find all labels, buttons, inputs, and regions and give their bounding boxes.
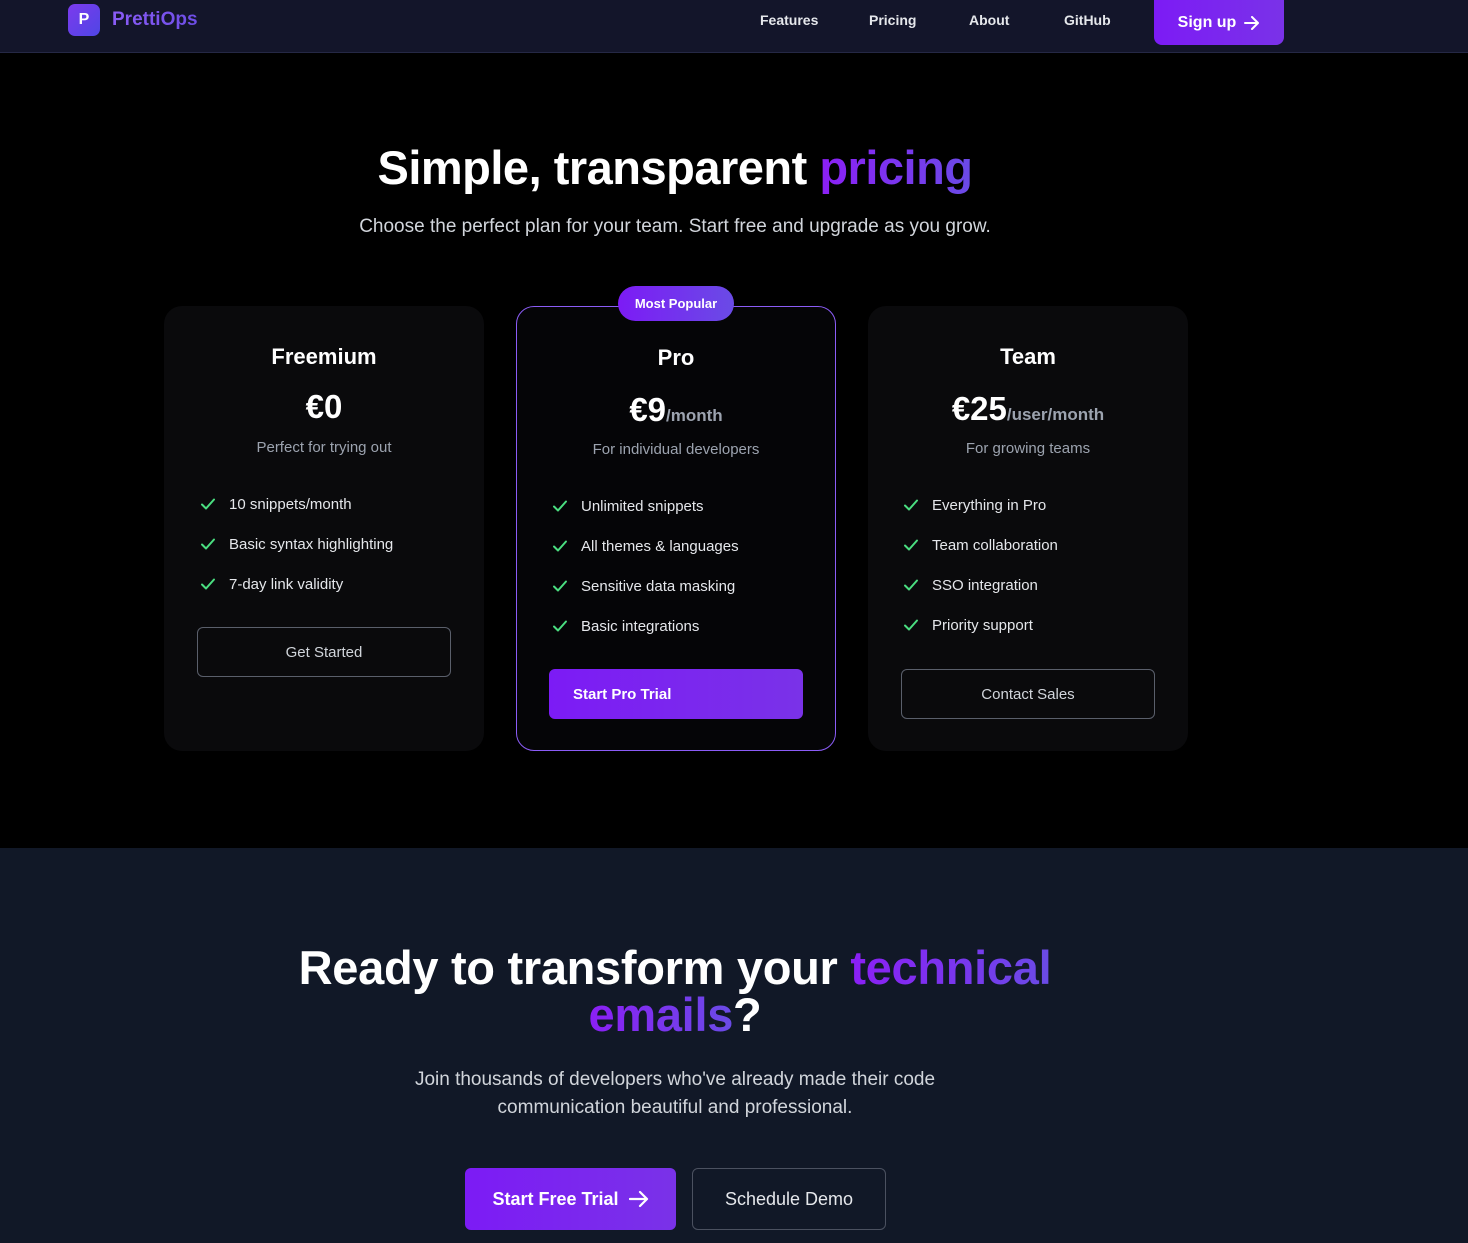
plan-price: €0 xyxy=(164,388,484,426)
nav-link-about[interactable]: About xyxy=(969,12,1009,28)
feature-item: All themes & languages xyxy=(552,526,739,566)
cta-title-plain: Ready to transform your xyxy=(298,941,851,994)
plan-description: Perfect for trying out xyxy=(256,439,392,456)
check-icon xyxy=(201,538,215,550)
signup-button[interactable]: Sign up xyxy=(1154,0,1284,45)
plan-card-team: Team €25/user/month For growing teams Ev… xyxy=(868,306,1188,751)
signup-label: Sign up xyxy=(1177,13,1237,31)
pricing-title-accent: pricing xyxy=(819,141,973,194)
start-free-trial-button[interactable]: Start Free Trial xyxy=(465,1168,676,1230)
plan-price-amount: €9 xyxy=(629,391,667,428)
plan-description: For individual developers xyxy=(592,441,760,458)
start-free-trial-label: Start Free Trial xyxy=(492,1188,619,1209)
pricing-title-plain: Simple, transparent xyxy=(377,141,820,194)
cta-subtitle: Join thousands of developers who've alre… xyxy=(414,1069,936,1118)
check-icon xyxy=(553,620,567,632)
plan-name: Pro xyxy=(657,345,695,370)
feature-label: SSO integration xyxy=(932,576,1038,594)
plan-feature-list: Unlimited snippets All themes & language… xyxy=(552,486,739,646)
top-navbar: P PrettiOps Features Pricing About GitHu… xyxy=(0,0,1468,53)
plan-name: Team xyxy=(1000,344,1056,369)
pricing-title: Simple, transparent pricing xyxy=(0,140,1350,195)
check-icon xyxy=(553,500,567,512)
nav-link-features[interactable]: Features xyxy=(760,12,818,28)
feature-label: Everything in Pro xyxy=(932,496,1047,514)
plan-price-amount: €25 xyxy=(951,390,1007,427)
feature-item: Unlimited snippets xyxy=(552,486,739,526)
plan-card-pro: Pro €9/month For individual developers U… xyxy=(516,306,836,751)
feature-item: 10 snippets/month xyxy=(200,484,393,524)
feature-label: Basic syntax highlighting xyxy=(229,535,394,553)
arrow-right-icon xyxy=(628,1190,649,1208)
check-icon xyxy=(904,499,918,511)
nav-link-pricing[interactable]: Pricing xyxy=(869,12,916,28)
plan-price-period: /user/month xyxy=(1006,405,1105,424)
feature-item: Sensitive data masking xyxy=(552,566,739,606)
check-icon xyxy=(201,578,215,590)
feature-item: SSO integration xyxy=(903,565,1058,605)
nav-link-github[interactable]: GitHub xyxy=(1064,12,1111,28)
plan-card-freemium: Freemium €0 Perfect for trying out 10 sn… xyxy=(164,306,484,751)
brand-name: PrettiOps xyxy=(112,9,198,30)
plan-price-period: /month xyxy=(666,406,723,425)
feature-item: Team collaboration xyxy=(903,525,1058,565)
get-started-button[interactable]: Get Started xyxy=(197,627,451,677)
feature-label: 7-day link validity xyxy=(229,575,344,593)
most-popular-badge: Most Popular xyxy=(618,286,734,321)
feature-item: Priority support xyxy=(903,605,1058,645)
schedule-demo-button[interactable]: Schedule Demo xyxy=(692,1168,886,1230)
arrow-right-icon xyxy=(1244,15,1260,30)
plan-price: €25/user/month xyxy=(868,390,1188,428)
cta-section: Ready to transform your technical emails… xyxy=(0,848,1468,1243)
feature-item: Everything in Pro xyxy=(903,485,1058,525)
cta-title: Ready to transform your technical emails… xyxy=(280,944,1070,1038)
feature-item: Basic integrations xyxy=(552,606,739,646)
plan-price-amount: €0 xyxy=(305,388,343,425)
plan-price: €9/month xyxy=(517,391,835,429)
cta-title-end: ? xyxy=(733,988,762,1041)
feature-item: Basic syntax highlighting xyxy=(200,524,393,564)
feature-label: Basic integrations xyxy=(581,617,700,635)
check-icon xyxy=(904,579,918,591)
plan-name: Freemium xyxy=(271,344,377,369)
check-icon xyxy=(904,539,918,551)
pricing-subtitle: Choose the perfect plan for your team. S… xyxy=(359,216,991,237)
check-icon xyxy=(904,619,918,631)
plan-feature-list: 10 snippets/month Basic syntax highlight… xyxy=(200,484,393,604)
feature-label: 10 snippets/month xyxy=(229,495,352,513)
feature-label: Priority support xyxy=(932,616,1033,634)
feature-label: Sensitive data masking xyxy=(581,577,736,595)
plan-feature-list: Everything in Pro Team collaboration SSO… xyxy=(903,485,1058,645)
feature-item: 7-day link validity xyxy=(200,564,393,604)
start-pro-trial-button[interactable]: Start Pro Trial xyxy=(549,669,803,719)
brand-logo[interactable]: P PrettiOps xyxy=(68,4,198,36)
plan-description: For growing teams xyxy=(965,440,1091,457)
check-icon xyxy=(553,540,567,552)
cta-title-accent-2: emails xyxy=(588,988,734,1041)
logo-badge: P xyxy=(68,4,100,36)
feature-label: All themes & languages xyxy=(581,537,739,555)
feature-label: Team collaboration xyxy=(932,536,1058,554)
cta-title-accent-1: technical xyxy=(850,941,1052,994)
check-icon xyxy=(201,498,215,510)
feature-label: Unlimited snippets xyxy=(581,497,704,515)
check-icon xyxy=(553,580,567,592)
contact-sales-button[interactable]: Contact Sales xyxy=(901,669,1155,719)
